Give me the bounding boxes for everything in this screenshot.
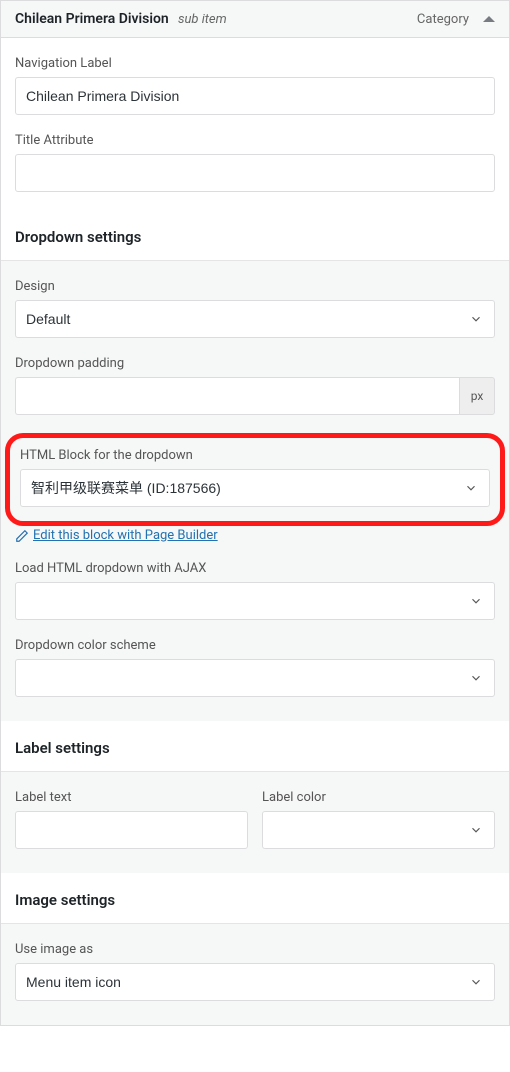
html-block-select[interactable]: [20, 469, 490, 507]
design-select[interactable]: [15, 300, 495, 338]
panel-header-right: Category: [417, 12, 495, 27]
navigation-label-input[interactable]: [15, 77, 495, 115]
color-scheme-select[interactable]: [15, 659, 495, 697]
dropdown-padding-label: Dropdown padding: [15, 356, 495, 371]
dropdown-settings-panel: Design Dropdown padding px HTML Block fo…: [1, 261, 509, 721]
ajax-select[interactable]: [15, 582, 495, 620]
label-color-select[interactable]: [262, 811, 495, 849]
edit-block-link[interactable]: Edit this block with Page Builder: [15, 528, 218, 543]
image-settings-panel: Use image as: [1, 924, 509, 1025]
use-image-select[interactable]: [15, 963, 495, 1001]
edit-block-link-text: Edit this block with Page Builder: [33, 528, 218, 543]
label-settings-heading: Label settings: [15, 739, 495, 771]
menu-item-panel: Chilean Primera Division sub item Catego…: [0, 0, 510, 1026]
padding-unit-addon: px: [459, 377, 495, 415]
dropdown-settings-heading: Dropdown settings: [15, 228, 495, 260]
html-block-label: HTML Block for the dropdown: [20, 448, 490, 463]
image-settings-heading: Image settings: [15, 891, 495, 923]
panel-header[interactable]: Chilean Primera Division sub item Catego…: [1, 1, 509, 38]
pencil-icon: [15, 529, 29, 543]
label-settings-panel: Label text Label color: [1, 772, 509, 873]
collapse-up-icon[interactable]: [483, 16, 495, 22]
use-image-select-wrap: [15, 963, 495, 1001]
panel-title: Chilean Primera Division: [15, 11, 169, 27]
panel-title-wrap: Chilean Primera Division sub item: [15, 11, 227, 27]
html-block-highlight: HTML Block for the dropdown: [5, 433, 505, 526]
html-block-select-wrap: [20, 469, 490, 507]
use-image-label: Use image as: [15, 942, 495, 957]
dropdown-padding-input[interactable]: [15, 377, 459, 415]
label-color-select-wrap: [262, 811, 495, 849]
navigation-label-label: Navigation Label: [15, 56, 495, 71]
label-text-input[interactable]: [15, 811, 248, 849]
panel-body: Navigation Label Title Attribute Dropdow…: [1, 38, 509, 1025]
title-attribute-input[interactable]: [15, 154, 495, 192]
item-type-label: Category: [417, 12, 469, 27]
dropdown-padding-group: px: [15, 377, 495, 415]
color-scheme-label: Dropdown color scheme: [15, 638, 495, 653]
color-scheme-select-wrap: [15, 659, 495, 697]
title-attribute-label: Title Attribute: [15, 133, 495, 148]
panel-subtitle: sub item: [178, 12, 227, 27]
label-two-col: Label text Label color: [15, 790, 495, 867]
label-text-label: Label text: [15, 790, 248, 805]
label-color-label: Label color: [262, 790, 495, 805]
design-select-wrap: [15, 300, 495, 338]
ajax-select-wrap: [15, 582, 495, 620]
ajax-label: Load HTML dropdown with AJAX: [15, 561, 495, 576]
design-label: Design: [15, 279, 495, 294]
